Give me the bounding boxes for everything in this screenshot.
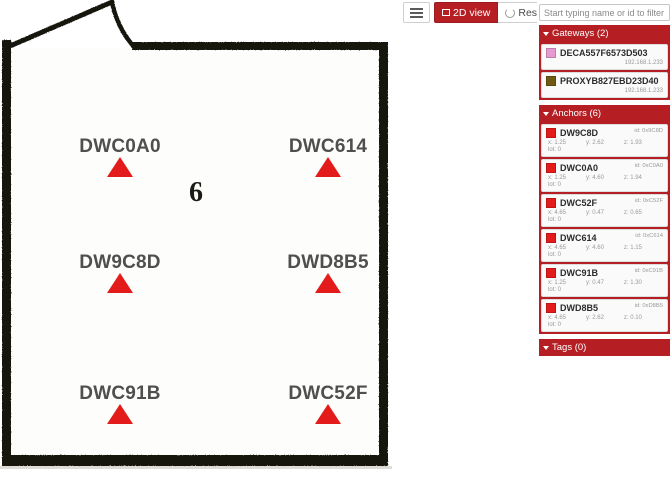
- anchor-coord-z: z: 0.65: [623, 210, 642, 216]
- node-sidebar: Gateways (2) DECA557F6573D503 192.168.1.2…: [537, 0, 672, 500]
- map-node-marker[interactable]: [315, 404, 341, 424]
- anchor-id: id: 0xC614: [635, 233, 663, 239]
- floorplan-image: [0, 0, 400, 500]
- map-square-icon: [442, 9, 450, 16]
- section-anchors-body: id: 0x9C8D DW9C8D x: 1.25 y: 2.62 z: 1.93 lot…: [539, 122, 670, 334]
- anchor-id: id: 0xC91B: [634, 268, 663, 274]
- section-anchors-header[interactable]: Anchors (6): [539, 105, 670, 122]
- anchor-coord-z: z: 1.94: [623, 175, 642, 181]
- gateway-color-swatch: [546, 48, 556, 58]
- anchor-list-item[interactable]: id: 0xD8B5 DWD8B5 x: 4.65 y: 2.62 z: 0.10 lot…: [541, 299, 668, 332]
- anchor-coord-x: x: 1.25: [548, 140, 567, 146]
- section-gateways-body: DECA557F6573D503 192.168.1.233 PROXYB827EB…: [539, 42, 670, 100]
- map-canvas[interactable]: DWC0A0 DWC614 DW9C8D DWD8B5 DWC91B DWC52F 6: [0, 0, 400, 500]
- section-tags: Tags (0): [539, 339, 670, 356]
- section-gateways-header[interactable]: Gateways (2): [539, 25, 670, 42]
- section-gateways-title: Gateways (2): [552, 28, 609, 39]
- anchor-name: DWC52F: [560, 198, 598, 208]
- floor-number-annotation: 6: [189, 177, 203, 208]
- map-node-marker[interactable]: [107, 157, 133, 177]
- anchor-name: DWD8B5: [560, 303, 599, 313]
- anchor-coord-x: x: 4.65: [548, 315, 567, 321]
- section-anchors: Anchors (6) id: 0x9C8D DW9C8D x: 1.25 y: 2.…: [539, 105, 670, 334]
- anchor-coord-y: y: 0.47: [585, 280, 604, 286]
- anchor-coord-z: z: 0.10: [623, 315, 642, 321]
- anchor-coord-y: y: 2.62: [585, 140, 604, 146]
- gateway-ip: 192.168.1.233: [624, 88, 663, 94]
- caret-down-icon: [543, 345, 549, 350]
- map-node-label: DWC91B: [79, 383, 161, 404]
- app-root: DWC0A0 DWC614 DW9C8D DWD8B5 DWC91B DWC52F 6 2…: [0, 0, 672, 500]
- map-node-label: DWD8B5: [287, 252, 369, 273]
- anchor-lot: lot: 0: [548, 287, 562, 293]
- anchor-id: id: 0xC52F: [634, 198, 663, 204]
- anchor-coord-x: x: 4.65: [548, 245, 567, 251]
- caret-down-icon: [543, 111, 549, 116]
- anchor-lot: lot: 0: [548, 182, 562, 188]
- anchor-coord-x: x: 1.25: [548, 175, 567, 181]
- section-gateways: Gateways (2) DECA557F6573D503 192.168.1.2…: [539, 25, 670, 100]
- anchor-coord-z: z: 1.93: [623, 140, 642, 146]
- anchor-coord-y: y: 4.60: [585, 245, 604, 251]
- anchor-id: id: 0xC0A0: [634, 163, 663, 169]
- anchor-lot: lot: 0: [548, 252, 562, 258]
- anchor-color-swatch: [546, 198, 556, 208]
- map-node-marker[interactable]: [107, 273, 133, 293]
- anchor-color-swatch: [546, 163, 556, 173]
- anchor-name: DWC0A0: [560, 163, 599, 173]
- anchor-lot: lot: 0: [548, 147, 562, 153]
- anchor-coord-y: y: 2.62: [585, 315, 604, 321]
- map-node-marker[interactable]: [315, 157, 341, 177]
- anchor-coord-x: x: 1.25: [548, 280, 567, 286]
- map-node-marker[interactable]: [107, 404, 133, 424]
- tab-2d-view-label: 2D view: [453, 6, 491, 19]
- map-node-label: DWC0A0: [79, 136, 161, 157]
- gateway-name: DECA557F6573D503: [560, 48, 648, 58]
- anchor-list-item[interactable]: id: 0xC52F DWC52F x: 4.65 y: 0.47 z: 0.65 lot…: [541, 194, 668, 227]
- anchor-color-swatch: [546, 268, 556, 278]
- hamburger-icon: [410, 6, 423, 20]
- anchor-color-swatch: [546, 128, 556, 138]
- menu-button[interactable]: [403, 2, 430, 23]
- section-anchors-title: Anchors (6): [552, 108, 602, 119]
- anchor-coord-z: z: 1.30: [623, 280, 642, 286]
- anchor-name: DWC614: [560, 233, 597, 243]
- anchor-id: id: 0x9C8D: [634, 128, 663, 134]
- gateway-name: PROXYB827EBD23D40: [560, 76, 659, 86]
- anchor-name: DW9C8D: [560, 128, 599, 138]
- map-node-label: DW9C8D: [79, 252, 161, 273]
- search-input[interactable]: [539, 4, 670, 21]
- gateway-ip: 192.168.1.233: [624, 60, 663, 66]
- anchor-color-swatch: [546, 233, 556, 243]
- anchor-id: id: 0xD8B5: [634, 303, 663, 309]
- anchor-name: DWC91B: [560, 268, 599, 278]
- gateway-list-item[interactable]: PROXYB827EBD23D40 192.168.1.233: [541, 72, 668, 98]
- gateway-list-item[interactable]: DECA557F6573D503 192.168.1.233: [541, 44, 668, 70]
- anchor-color-swatch: [546, 303, 556, 313]
- anchor-list-item[interactable]: id: 0x9C8D DW9C8D x: 1.25 y: 2.62 z: 1.93 lot…: [541, 124, 668, 157]
- refresh-circle-icon: [505, 7, 516, 18]
- gateway-color-swatch: [546, 76, 556, 86]
- anchor-coord-y: y: 0.47: [585, 210, 604, 216]
- anchor-coord-z: z: 1.15: [623, 245, 642, 251]
- caret-down-icon: [543, 31, 549, 36]
- anchor-coord-y: y: 4.60: [585, 175, 604, 181]
- anchor-lot: lot: 0: [548, 322, 562, 328]
- map-node-label: DWC614: [288, 136, 368, 157]
- tab-2d-view[interactable]: 2D view: [434, 2, 499, 23]
- section-tags-header[interactable]: Tags (0): [539, 339, 670, 356]
- anchor-lot: lot: 0: [548, 217, 562, 223]
- anchor-list-item[interactable]: id: 0xC0A0 DWC0A0 x: 1.25 y: 4.60 z: 1.94 lot…: [541, 159, 668, 192]
- section-tags-title: Tags (0): [552, 342, 587, 353]
- map-node-marker[interactable]: [315, 273, 341, 293]
- map-node-label: DWC52F: [288, 383, 368, 404]
- anchor-list-item[interactable]: id: 0xC614 DWC614 x: 4.65 y: 4.60 z: 1.15 lot…: [541, 229, 668, 262]
- anchor-list-item[interactable]: id: 0xC91B DWC91B x: 1.25 y: 0.47 z: 1.30 lot…: [541, 264, 668, 297]
- anchor-coord-x: x: 4.65: [548, 210, 567, 216]
